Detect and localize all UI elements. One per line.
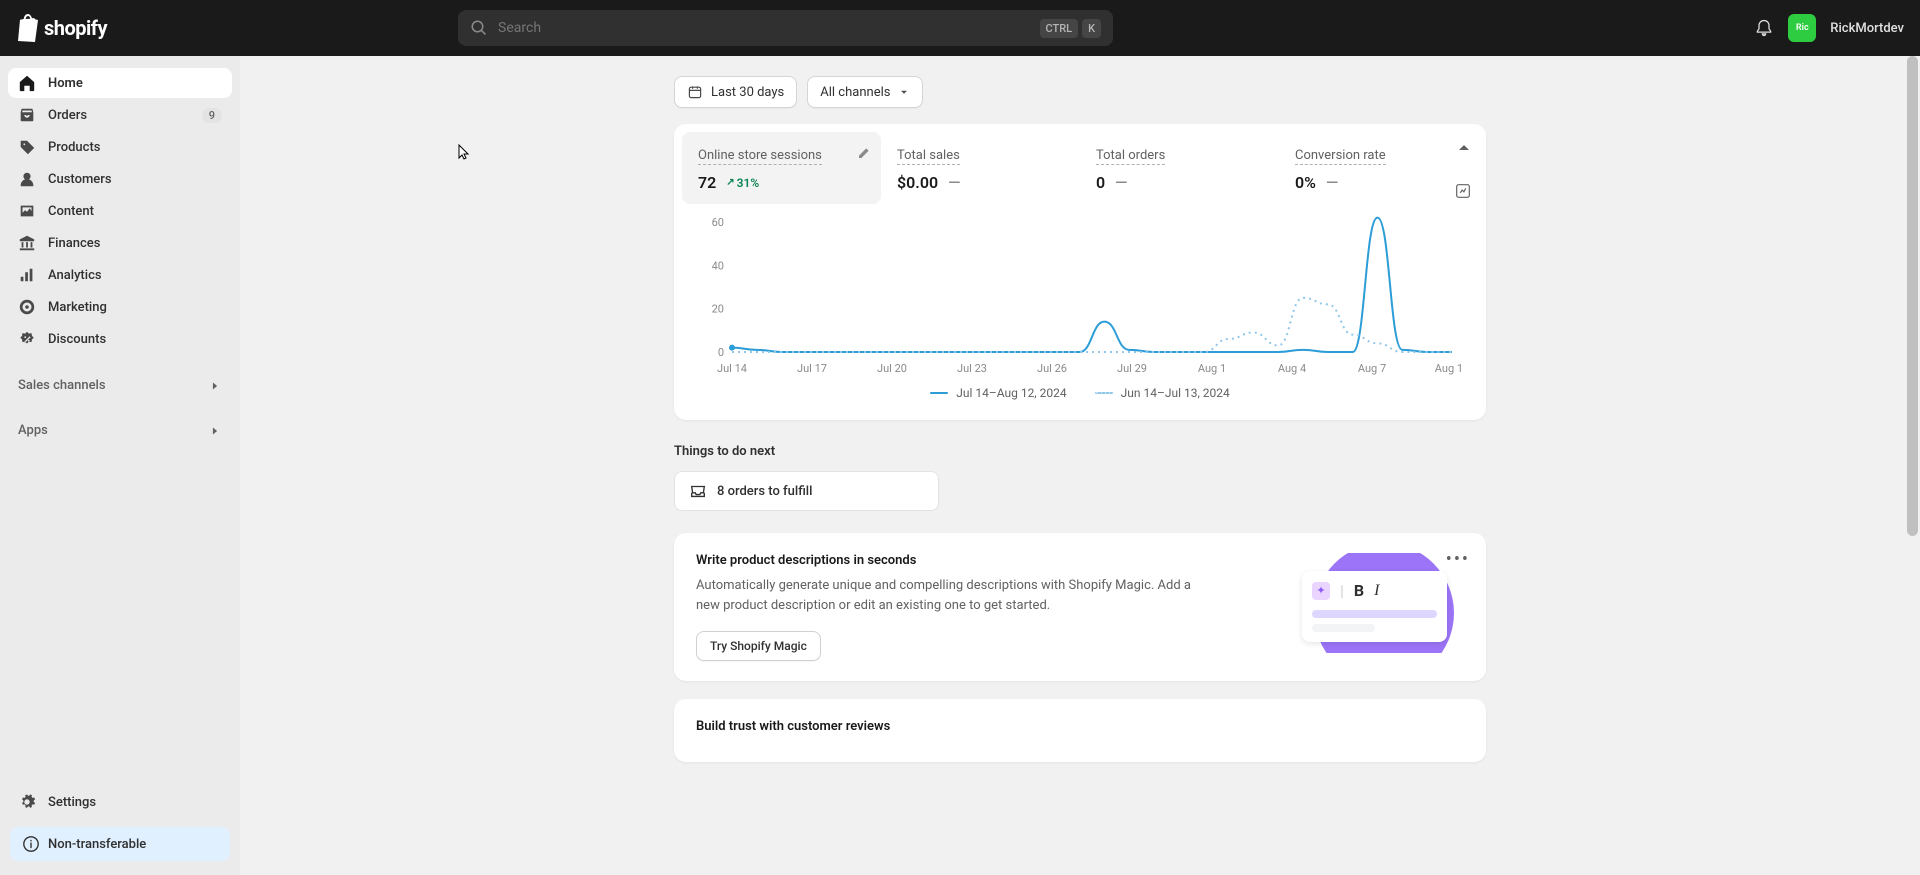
nav-orders[interactable]: Orders 9 xyxy=(8,100,232,130)
nav-analytics[interactable]: Analytics xyxy=(8,260,232,290)
logo-text: shopify xyxy=(44,16,107,40)
svg-text:Jul 20: Jul 20 xyxy=(877,362,907,375)
scrollbar-thumb[interactable] xyxy=(1907,56,1918,536)
metric-total-sales[interactable]: Total sales $0.00 — xyxy=(881,132,1080,204)
tag-icon xyxy=(18,138,36,156)
orders-icon xyxy=(18,106,36,124)
legend-previous: Jun 14–Jul 13, 2024 xyxy=(1095,386,1230,400)
info-icon xyxy=(22,835,40,853)
metric-total-orders[interactable]: Total orders 0 — xyxy=(1080,132,1279,204)
legend-current: Jul 14–Aug 12, 2024 xyxy=(930,386,1066,400)
apps-header[interactable]: Apps xyxy=(8,415,232,446)
nav-customers[interactable]: Customers xyxy=(8,164,232,194)
user-avatar[interactable]: Ric xyxy=(1788,14,1816,42)
svg-text:Jul 14: Jul 14 xyxy=(717,362,747,375)
image-icon xyxy=(18,202,36,220)
target-icon xyxy=(18,298,36,316)
trust-title: Build trust with customer reviews xyxy=(696,719,1464,734)
nav-products[interactable]: Products xyxy=(8,132,232,162)
sales-channels-header[interactable]: Sales channels xyxy=(8,370,232,401)
svg-text:60: 60 xyxy=(712,216,724,229)
nav-content[interactable]: Content xyxy=(8,196,232,226)
search-icon xyxy=(470,19,488,37)
discount-icon xyxy=(18,330,36,348)
svg-text:Jul 23: Jul 23 xyxy=(957,362,987,375)
nav-finances[interactable]: Finances xyxy=(8,228,232,258)
home-icon xyxy=(18,74,36,92)
search-shortcut: CTRL K xyxy=(1040,19,1102,38)
shopify-magic-card: ••• Write product descriptions in second… xyxy=(674,533,1486,681)
sparkle-icon: ✦ xyxy=(1312,582,1330,600)
shopify-bag-icon xyxy=(16,14,40,42)
sidebar: Home Orders 9 Products Customers Content… xyxy=(0,56,240,875)
date-range-filter[interactable]: Last 30 days xyxy=(674,76,797,108)
magic-illustration: ✦ | B I xyxy=(1294,553,1464,653)
svg-text:Jul 26: Jul 26 xyxy=(1037,362,1067,375)
chevron-right-icon xyxy=(208,424,222,438)
gear-icon xyxy=(18,793,36,811)
inbox-icon xyxy=(689,482,707,500)
svg-text:20: 20 xyxy=(712,303,724,316)
sessions-chart: 0 20 40 60 Jul 14 Jul 17 Jul 20 Jul 23 Jul 26 Jul… xyxy=(698,212,1462,382)
svg-text:40: 40 xyxy=(712,259,724,272)
nav-discounts[interactable]: Discounts xyxy=(8,324,232,354)
nav-home[interactable]: Home xyxy=(8,68,232,98)
search-input[interactable] xyxy=(498,20,1029,36)
shopify-logo[interactable]: shopify xyxy=(16,14,107,42)
try-shopify-magic-button[interactable]: Try Shopify Magic xyxy=(696,631,821,661)
notifications-icon[interactable] xyxy=(1754,18,1774,38)
orders-badge: 9 xyxy=(202,108,222,123)
svg-text:Aug 10: Aug 10 xyxy=(1435,362,1462,375)
svg-text:0: 0 xyxy=(718,346,724,359)
person-icon xyxy=(18,170,36,188)
task-fulfill-orders[interactable]: 8 orders to fulfill xyxy=(674,471,939,511)
delta-up: ↗31% xyxy=(726,176,759,190)
chart-icon xyxy=(18,266,36,284)
bank-icon xyxy=(18,234,36,252)
chevron-down-icon xyxy=(898,86,910,98)
calendar-icon xyxy=(687,84,703,100)
metric-sessions[interactable]: Online store sessions 72 ↗31% xyxy=(682,132,881,204)
todo-heading: Things to do next xyxy=(674,444,1486,459)
magic-description: Automatically generate unique and compel… xyxy=(696,576,1206,615)
non-transferable-badge[interactable]: Non-transferable xyxy=(10,827,230,861)
global-search[interactable]: CTRL K xyxy=(458,10,1113,46)
main-content: Last 30 days All channels Online store s… xyxy=(240,56,1920,875)
scrollbar[interactable] xyxy=(1906,56,1919,875)
magic-title: Write product descriptions in seconds xyxy=(696,553,1264,568)
svg-text:Aug 7: Aug 7 xyxy=(1358,362,1386,375)
nav-settings[interactable]: Settings xyxy=(8,787,232,817)
metrics-card: Online store sessions 72 ↗31% Total sale… xyxy=(674,124,1486,420)
svg-text:Aug 4: Aug 4 xyxy=(1278,362,1306,375)
svg-text:Jul 17: Jul 17 xyxy=(797,362,827,375)
svg-text:Aug 1: Aug 1 xyxy=(1198,362,1226,375)
chevron-right-icon xyxy=(208,379,222,393)
pencil-icon[interactable] xyxy=(855,146,871,162)
channels-filter[interactable]: All channels xyxy=(807,76,923,108)
metric-conversion-rate[interactable]: Conversion rate 0% — xyxy=(1279,132,1478,204)
username[interactable]: RickMortdev xyxy=(1830,21,1904,36)
svg-text:Jul 29: Jul 29 xyxy=(1117,362,1147,375)
app-header: shopify CTRL K Ric RickMortdev xyxy=(0,0,1920,56)
trust-card: Build trust with customer reviews xyxy=(674,699,1486,762)
nav-marketing[interactable]: Marketing xyxy=(8,292,232,322)
